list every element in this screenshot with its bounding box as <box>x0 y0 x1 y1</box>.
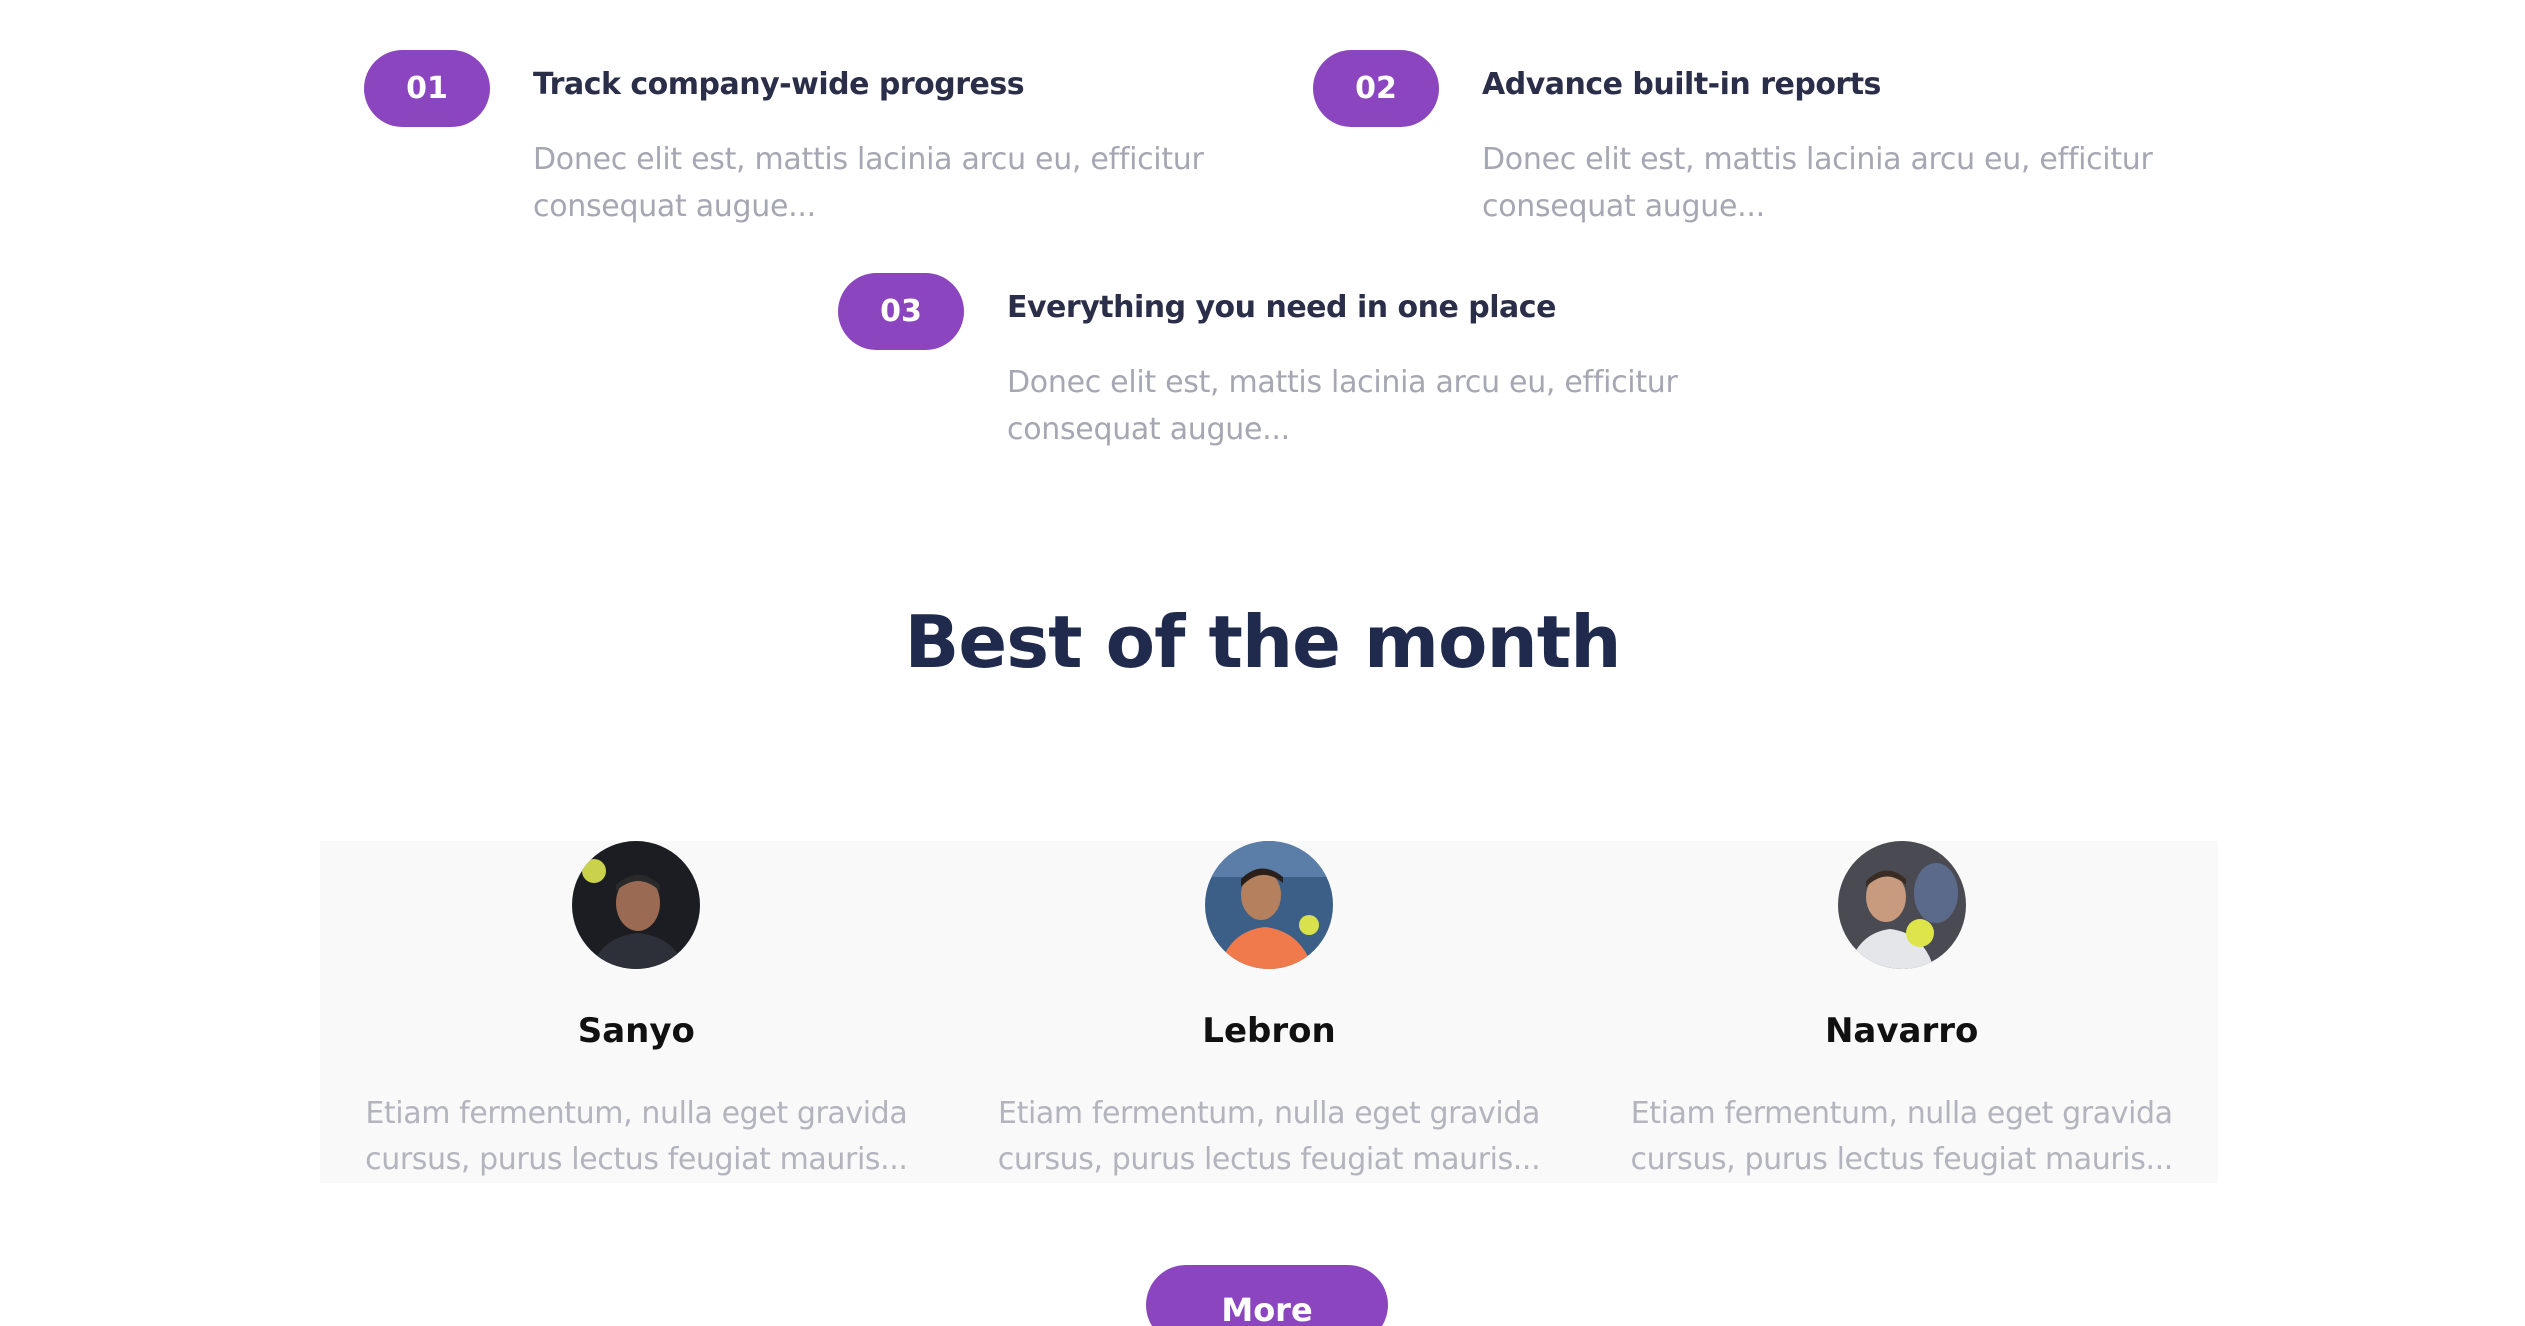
player-avatar <box>572 841 701 969</box>
more-button[interactable]: More <box>1146 1265 1388 1326</box>
player-description: Etiam fermentum, nulla eget gravida curs… <box>997 1096 1541 1177</box>
feature-description: Donec elit est, mattis lacinia arcu eu, … <box>533 142 1204 224</box>
player-name: Navarro <box>1824 1011 1979 1051</box>
feature-number-badge: 03 <box>838 273 964 350</box>
feature-number-badge: 02 <box>1313 50 1439 127</box>
player-card-navarro: Navarro Etiam fermentum, nulla eget grav… <box>1585 841 2218 1183</box>
player-description: Etiam fermentum, nulla eget gravida curs… <box>1630 1096 2173 1177</box>
feature-title: Advance built-in reports <box>1482 67 1881 102</box>
player-avatar <box>1205 841 1333 969</box>
section-title: Best of the month <box>904 600 1622 684</box>
player-avatar <box>1837 841 1966 969</box>
player-name: Lebron <box>1202 1011 1336 1051</box>
feature-description: Donec elit est, mattis lacinia arcu eu, … <box>1007 365 1678 447</box>
feature-title: Track company-wide progress <box>533 67 1025 102</box>
player-name: Sanyo <box>577 1011 695 1051</box>
best-of-month-cards: Sanyo Etiam fermentum, nulla eget gravid… <box>320 841 2218 1183</box>
player-description: Etiam fermentum, nulla eget gravida curs… <box>365 1096 908 1177</box>
feature-title: Everything you need in one place <box>1007 290 1556 325</box>
feature-description: Donec elit est, mattis lacinia arcu eu, … <box>1482 142 2153 224</box>
player-card-lebron: Lebron Etiam fermentum, nulla eget gravi… <box>953 841 1586 1183</box>
feature-number-badge: 01 <box>364 50 490 127</box>
player-card-sanyo: Sanyo Etiam fermentum, nulla eget gravid… <box>320 841 953 1183</box>
